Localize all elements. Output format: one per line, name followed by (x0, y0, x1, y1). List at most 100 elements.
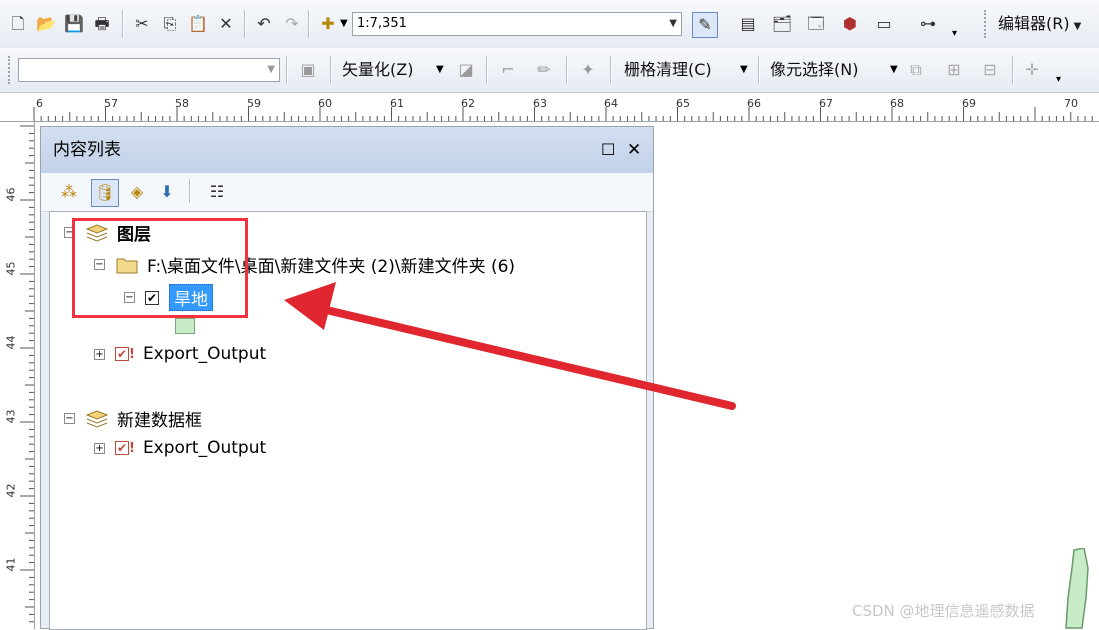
broken-link-icon: ! (129, 440, 135, 456)
data-frame-node[interactable]: − 新建数据框 (64, 406, 202, 431)
layer-node[interactable]: + ✔ ! Export_Output (94, 344, 266, 364)
chevron-down-icon[interactable]: ▼ (267, 59, 275, 81)
vectorize-menu-button[interactable]: 矢量化(Z) (342, 58, 413, 82)
ruler-label: 68 (890, 97, 904, 110)
separator (286, 56, 288, 84)
ruler-label: 58 (175, 97, 189, 110)
delete-icon[interactable]: ✕ (216, 14, 236, 34)
chevron-down-icon[interactable]: ▼ (740, 64, 748, 75)
ruler-label: 61 (390, 97, 404, 110)
ruler-label: 69 (962, 97, 976, 110)
pin-icon[interactable]: ✦ (578, 60, 598, 80)
ruler-label: 6 (36, 97, 43, 110)
chevron-down-icon: ▼ (1073, 21, 1082, 32)
add-data-dropdown-icon[interactable]: ▼ (340, 18, 348, 29)
vectorization-settings-icon[interactable]: ▣ (298, 60, 318, 80)
map-scale-combo[interactable]: 1:7,351 ▼ (352, 12, 682, 36)
data-frame-label: 新建数据框 (117, 411, 202, 431)
horizontal-ruler: 6 57 58 59 60 61 62 63 64 65 66 67 68 69… (0, 93, 1099, 122)
expand-icon[interactable]: + (94, 348, 105, 360)
remove-from-selection-icon[interactable]: ⊟ (980, 60, 1000, 80)
line-tracing-icon[interactable]: ⌐ (498, 60, 518, 80)
vertical-ruler: 46 45 44 43 42 41 (0, 122, 35, 629)
raster-cleanup-label: 栅格清理(C) (624, 60, 712, 79)
ruler-label: 65 (676, 97, 690, 110)
expand-icon[interactable]: + (94, 442, 105, 454)
separator (566, 56, 568, 84)
ruler-label: 57 (104, 97, 118, 110)
copy-icon[interactable]: ⎘ (160, 14, 180, 34)
generate-features-icon[interactable]: ◪ (456, 60, 476, 80)
toc-toolbar: ⁂ 🛢 ◈ ⬇ ☷ (41, 173, 653, 212)
open-folder-icon[interactable]: 📂 (36, 14, 56, 34)
chevron-down-icon[interactable]: ▼ (436, 64, 444, 75)
map-feature[interactable] (1062, 548, 1092, 629)
georeferencing-toolbar: ▼ ▣ 矢量化(Z) ▼ ◪ ⌐ ✏ ✦ 栅格清理(C) ▼ 像元选择(N) ▼… (0, 48, 1099, 93)
highlight-box (72, 218, 248, 318)
editor-toolbar-icon[interactable]: ✎ (692, 12, 718, 38)
close-icon[interactable]: ✕ (627, 127, 641, 173)
separator (610, 56, 612, 84)
legend-swatch[interactable] (175, 318, 195, 334)
identify-results-icon[interactable]: ▤ (738, 14, 758, 34)
ruler-label: 66 (747, 97, 761, 110)
ruler-label: 43 (4, 409, 18, 424)
broken-layer-checkbox[interactable]: ✔ (115, 441, 129, 455)
ruler-label: 67 (819, 97, 833, 110)
separator (189, 179, 191, 203)
layer-label: Export_Output (142, 344, 267, 364)
pencil-icon[interactable]: ✏ (534, 60, 554, 80)
undo-icon[interactable]: ↶ (254, 14, 274, 34)
select-connected-cells-icon[interactable]: ⧉ (906, 60, 926, 80)
list-by-selection-icon[interactable]: ⬇ (157, 182, 177, 202)
python-window-icon[interactable]: ▭ (874, 14, 894, 34)
layer-node[interactable]: + ✔ ! Export_Output (94, 438, 266, 458)
toc-title: 内容列表 (53, 140, 121, 160)
crosshair-icon[interactable]: ✛ (1022, 60, 1042, 80)
ruler-label: 46 (4, 187, 18, 202)
collapse-icon[interactable]: − (64, 413, 75, 424)
toolbar-grip[interactable] (8, 56, 14, 84)
toc-title-bar[interactable]: 内容列表 ☐ ✕ (41, 127, 653, 173)
toolbar-grip[interactable] (984, 10, 990, 38)
cell-select-menu-button[interactable]: 像元选择(N) (770, 58, 858, 82)
raster-cleanup-menu-button[interactable]: 栅格清理(C) (624, 58, 712, 82)
chevron-down-icon[interactable]: ▼ (669, 13, 677, 35)
separator (244, 10, 246, 38)
toolbar-overflow-icon[interactable]: ▾ (952, 28, 957, 39)
cell-select-label: 像元选择(N) (770, 60, 859, 79)
paste-icon[interactable]: 📋 (188, 14, 208, 34)
new-document-icon[interactable]: 🗋 (8, 14, 28, 34)
toolbar-overflow-icon[interactable]: ▾ (1056, 74, 1061, 85)
editor-menu-button[interactable]: 编辑器(R) ▼ (998, 12, 1081, 39)
chevron-down-icon[interactable]: ▼ (890, 64, 898, 75)
layer-label: Export_Output (142, 438, 267, 458)
broken-layer-checkbox[interactable]: ✔ (115, 347, 129, 361)
arctoolbox-icon[interactable]: ⬢ (840, 14, 860, 34)
editor-menu-label: 编辑器(R) (998, 14, 1070, 33)
cut-icon[interactable]: ✂ (132, 14, 152, 34)
list-by-source-icon[interactable]: 🛢 (91, 179, 119, 207)
horizontal-ruler-ticks (33, 107, 1093, 121)
restore-icon[interactable]: ☐ (601, 127, 615, 173)
list-by-drawing-order-icon[interactable]: ⁂ (59, 182, 79, 202)
model-builder-icon[interactable]: ⊶ (918, 14, 938, 34)
print-icon[interactable]: 🖶 (92, 14, 112, 34)
save-icon[interactable]: 💾 (64, 14, 84, 34)
watermark: CSDN @地理信息遥感数据 (852, 602, 1035, 620)
ruler-label: 64 (604, 97, 618, 110)
options-icon[interactable]: ☷ (207, 182, 227, 202)
separator (486, 56, 488, 84)
search-window-icon[interactable]: 🗔 (806, 14, 826, 34)
catalog-icon[interactable]: 🗂 (772, 14, 792, 34)
vectorize-menu-label: 矢量化(Z) (342, 60, 414, 79)
layer-combo[interactable]: ▼ (18, 58, 280, 82)
map-scale-value: 1:7,351 (357, 16, 407, 31)
ruler-label: 59 (247, 97, 261, 110)
list-by-visibility-icon[interactable]: ◈ (127, 182, 147, 202)
add-data-icon[interactable]: ✚ (318, 14, 338, 34)
ruler-label: 70 (1064, 97, 1078, 110)
add-to-selection-icon[interactable]: ⊞ (944, 60, 964, 80)
redo-icon[interactable]: ↷ (282, 14, 302, 34)
separator (758, 56, 760, 84)
